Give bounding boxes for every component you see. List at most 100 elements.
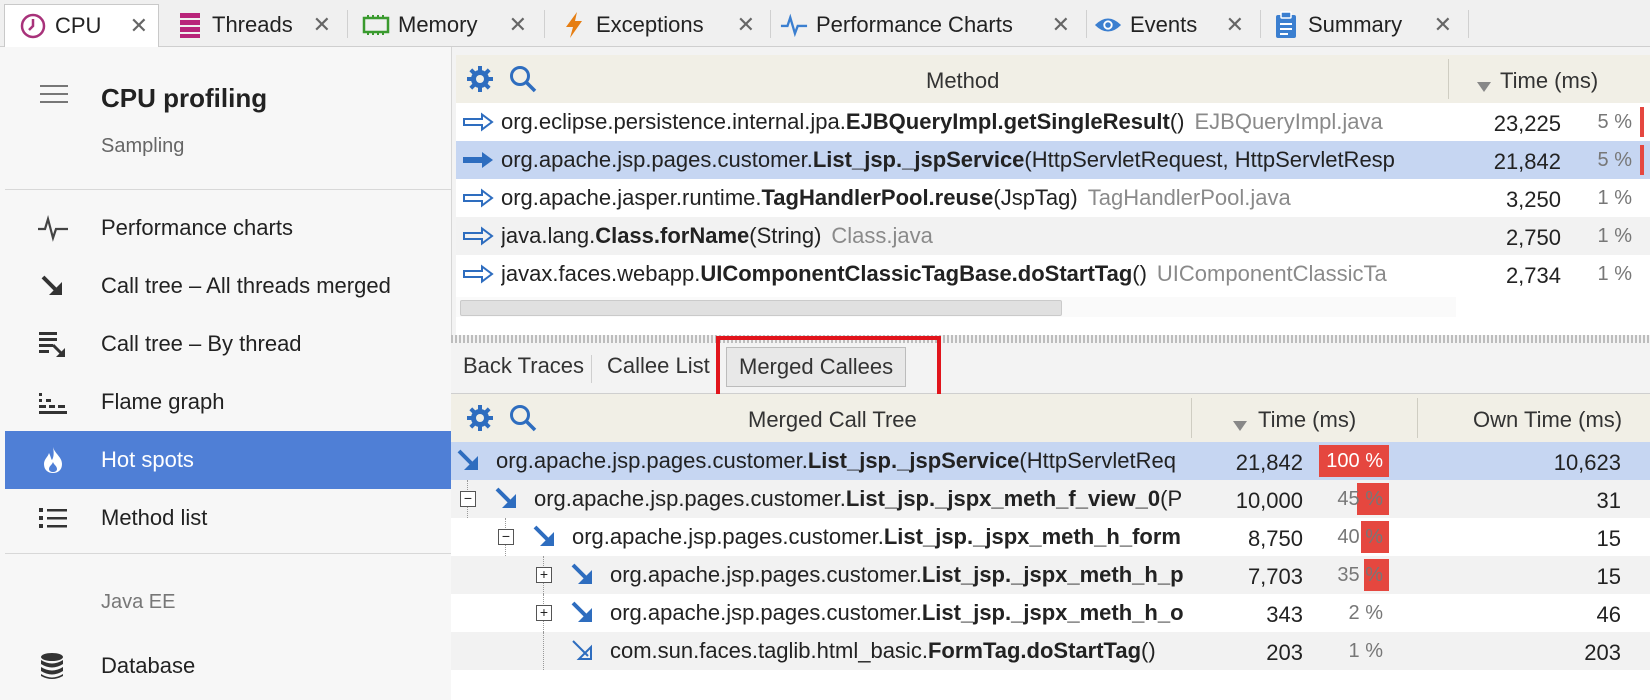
- method-class-method: TagHandlerPool.reuse: [761, 185, 994, 210]
- column-header-own-time[interactable]: Own Time (ms): [1473, 407, 1622, 433]
- close-icon[interactable]: ✕: [313, 12, 341, 38]
- search-icon[interactable]: [508, 64, 538, 100]
- arrow-down-right-icon: [455, 447, 483, 480]
- arrow-right-icon: [462, 226, 494, 251]
- tab-label: Summary: [1308, 12, 1403, 37]
- close-icon[interactable]: ✕: [509, 12, 537, 38]
- arrow-down-right-icon: [37, 271, 69, 301]
- source-file: UIComponentClassicTa: [1156, 261, 1387, 286]
- tab-separator: [1086, 10, 1087, 38]
- tab-label: Threads: [212, 12, 293, 37]
- search-icon[interactable]: [508, 403, 538, 439]
- column-header-time[interactable]: Time (ms): [1500, 68, 1598, 94]
- tab-separator: [770, 10, 771, 38]
- time-percent: 100 %: [1326, 450, 1383, 472]
- sort-descending-icon: [1232, 412, 1248, 438]
- tab-back-traces[interactable]: Back Traces: [463, 353, 584, 379]
- expand-icon[interactable]: +: [536, 567, 552, 583]
- call-tree-row[interactable]: − org.apache.jsp.pages.customer. List_jsp.…: [451, 480, 1650, 518]
- arrow-down-right-icon: [493, 485, 521, 518]
- close-icon[interactable]: ✕: [130, 13, 158, 39]
- method-name: org.apache.jsp.pages.customer. List_jsp._…: [501, 140, 1436, 180]
- method-package: org.apache.jsp.pages.customer.: [501, 147, 813, 172]
- tab-separator: [544, 10, 545, 38]
- source-file: EJBQueryImpl.java: [1194, 109, 1383, 134]
- threads-icon: [176, 11, 204, 39]
- sidebar-item-flame-graph[interactable]: Flame graph: [5, 373, 451, 431]
- splitter-handle[interactable]: [451, 335, 1650, 343]
- sidebar-item-method-list[interactable]: Method list: [5, 489, 451, 547]
- own-time-value: 15: [1596, 564, 1621, 589]
- tab-label: Events: [1130, 12, 1198, 37]
- tab-threads[interactable]: Threads ✕: [176, 4, 341, 46]
- database-icon: [37, 651, 69, 681]
- call-tree-row[interactable]: − org.apache.jsp.pages.customer. List_jsp.…: [451, 518, 1650, 556]
- scrollbar-thumb[interactable]: [460, 300, 1062, 316]
- time-percent: 5 %: [1597, 111, 1632, 133]
- sidebar-item-hot-spots[interactable]: Hot spots: [5, 431, 451, 489]
- close-icon[interactable]: ✕: [1434, 12, 1462, 38]
- list-icon: [37, 503, 69, 533]
- eye-icon: [1094, 11, 1122, 39]
- time-value: 7,703: [1247, 564, 1303, 589]
- column-header-merged-call-tree[interactable]: Merged Call Tree: [748, 407, 917, 433]
- hot-spot-row[interactable]: org.apache.jsp.pages.customer. List_jsp._…: [456, 141, 1650, 179]
- hot-spot-row[interactable]: org.eclipse.persistence.internal.jpa. EJB…: [456, 103, 1650, 141]
- collapse-icon[interactable]: −: [460, 491, 476, 507]
- tab-cpu[interactable]: CPU ✕: [4, 4, 159, 47]
- column-header-method[interactable]: Method: [926, 68, 999, 94]
- sort-descending-icon: [1476, 73, 1492, 99]
- clock-icon: [19, 12, 47, 40]
- call-tree-row[interactable]: + org.apache.jsp.pages.customer. List_jsp.…: [451, 556, 1650, 594]
- settings-gear-icon[interactable]: [466, 65, 494, 99]
- hot-spot-row[interactable]: javax.faces.webapp. UIComponentClassicTag…: [456, 255, 1650, 293]
- hot-spot-row[interactable]: java.lang. Class.forName (String) Class.jav…: [456, 217, 1650, 255]
- hot-spots-header: Method Time (ms): [456, 55, 1650, 104]
- tab-exceptions[interactable]: Exceptions ✕: [560, 4, 765, 46]
- view-tab-bar: CPU ✕ Threads ✕ Memory ✕ Exceptions ✕ Pe…: [0, 0, 1650, 47]
- tab-events[interactable]: Events ✕: [1094, 4, 1254, 46]
- call-tree-header: Merged Call Tree Time (ms) Own Time (ms): [451, 394, 1650, 443]
- time-percent: 2 %: [1348, 602, 1383, 624]
- method-name: org.apache.jsp.pages.customer. List_jsp._…: [572, 517, 1191, 557]
- sidebar-item-call-tree-by-thread[interactable]: Call tree – By thread: [5, 315, 451, 373]
- horizontal-scrollbar[interactable]: [456, 297, 1456, 317]
- hamburger-menu-icon[interactable]: [40, 85, 68, 105]
- collapse-icon[interactable]: −: [498, 529, 514, 545]
- close-icon[interactable]: ✕: [737, 12, 765, 38]
- call-tree-row[interactable]: + org.apache.jsp.pages.customer. List_jsp.…: [451, 594, 1650, 632]
- tab-label: Memory: [398, 12, 478, 37]
- method-name: com.sun.faces.taglib.html_basic. FormTag.…: [610, 631, 1191, 671]
- tab-memory[interactable]: Memory ✕: [362, 4, 537, 46]
- method-signature: (P: [1160, 486, 1183, 511]
- column-header-time[interactable]: Time (ms): [1258, 407, 1356, 433]
- method-class-method: List_jsp._jspx_meth_h_form: [883, 524, 1181, 549]
- method-package: javax.faces.webapp.: [501, 261, 701, 286]
- method-package: org.apache.jasper.runtime.: [501, 185, 762, 210]
- time-percent: 1 %: [1597, 263, 1632, 285]
- sidebar-item-performance-charts[interactable]: Performance charts: [5, 199, 451, 257]
- method-signature: (String): [749, 223, 822, 248]
- sidebar-item-label: Call tree – By thread: [101, 331, 302, 356]
- tab-performance-charts[interactable]: Performance Charts ✕: [780, 4, 1080, 46]
- subtab-bar: Back Traces Callee List Merged Callees: [451, 343, 1650, 394]
- sidebar-item-database[interactable]: Database: [5, 637, 451, 695]
- tab-label: Exceptions: [596, 12, 704, 37]
- arrow-down-right-icon: [569, 599, 597, 632]
- source-file: TagHandlerPool.java: [1087, 185, 1291, 210]
- call-tree-row[interactable]: com.sun.faces.taglib.html_basic. FormTag.…: [451, 632, 1650, 670]
- sidebar: CPU profiling Sampling Performance chart…: [0, 47, 452, 700]
- tab-callee-list[interactable]: Callee List: [607, 353, 710, 379]
- own-time-value: 15: [1596, 526, 1621, 551]
- close-icon[interactable]: ✕: [1226, 12, 1254, 38]
- method-name: org.apache.jasper.runtime. TagHandlerPool…: [501, 178, 1436, 218]
- tab-summary[interactable]: Summary ✕: [1272, 4, 1462, 46]
- hot-spot-row[interactable]: org.apache.jasper.runtime. TagHandlerPool…: [456, 179, 1650, 217]
- divider: [5, 553, 451, 554]
- call-tree-row[interactable]: org.apache.jsp.pages.customer. List_jsp._…: [451, 442, 1650, 480]
- sidebar-item-label: Flame graph: [101, 389, 225, 414]
- sidebar-item-call-tree-merged[interactable]: Call tree – All threads merged: [5, 257, 451, 315]
- close-icon[interactable]: ✕: [1052, 12, 1080, 38]
- settings-gear-icon[interactable]: [466, 404, 494, 438]
- expand-icon[interactable]: +: [536, 605, 552, 621]
